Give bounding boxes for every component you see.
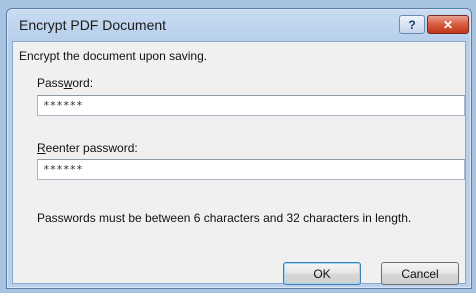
reenter-password-label: Reenter password: (37, 141, 138, 155)
password-field[interactable]: ****** (37, 95, 465, 116)
close-button[interactable]: ✕ (427, 15, 469, 34)
dialog-body: Encrypt the document upon saving. Passwo… (12, 41, 466, 285)
close-icon: ✕ (442, 17, 454, 32)
ok-button[interactable]: OK (283, 262, 361, 285)
reenter-password-field[interactable]: ****** (37, 159, 465, 180)
help-button[interactable]: ? (399, 15, 425, 34)
window-title: Encrypt PDF Document (19, 17, 167, 33)
intro-text: Encrypt the document upon saving. (19, 49, 208, 63)
password-length-note: Passwords must be between 6 characters a… (37, 211, 412, 225)
cancel-button[interactable]: Cancel (381, 262, 459, 285)
question-mark-icon: ? (408, 17, 416, 32)
password-label: Password: (37, 76, 94, 90)
encrypt-pdf-dialog: Encrypt PDF Document ? ✕ Encrypt the doc… (6, 8, 472, 289)
title-bar[interactable]: Encrypt PDF Document ? ✕ (7, 9, 471, 41)
